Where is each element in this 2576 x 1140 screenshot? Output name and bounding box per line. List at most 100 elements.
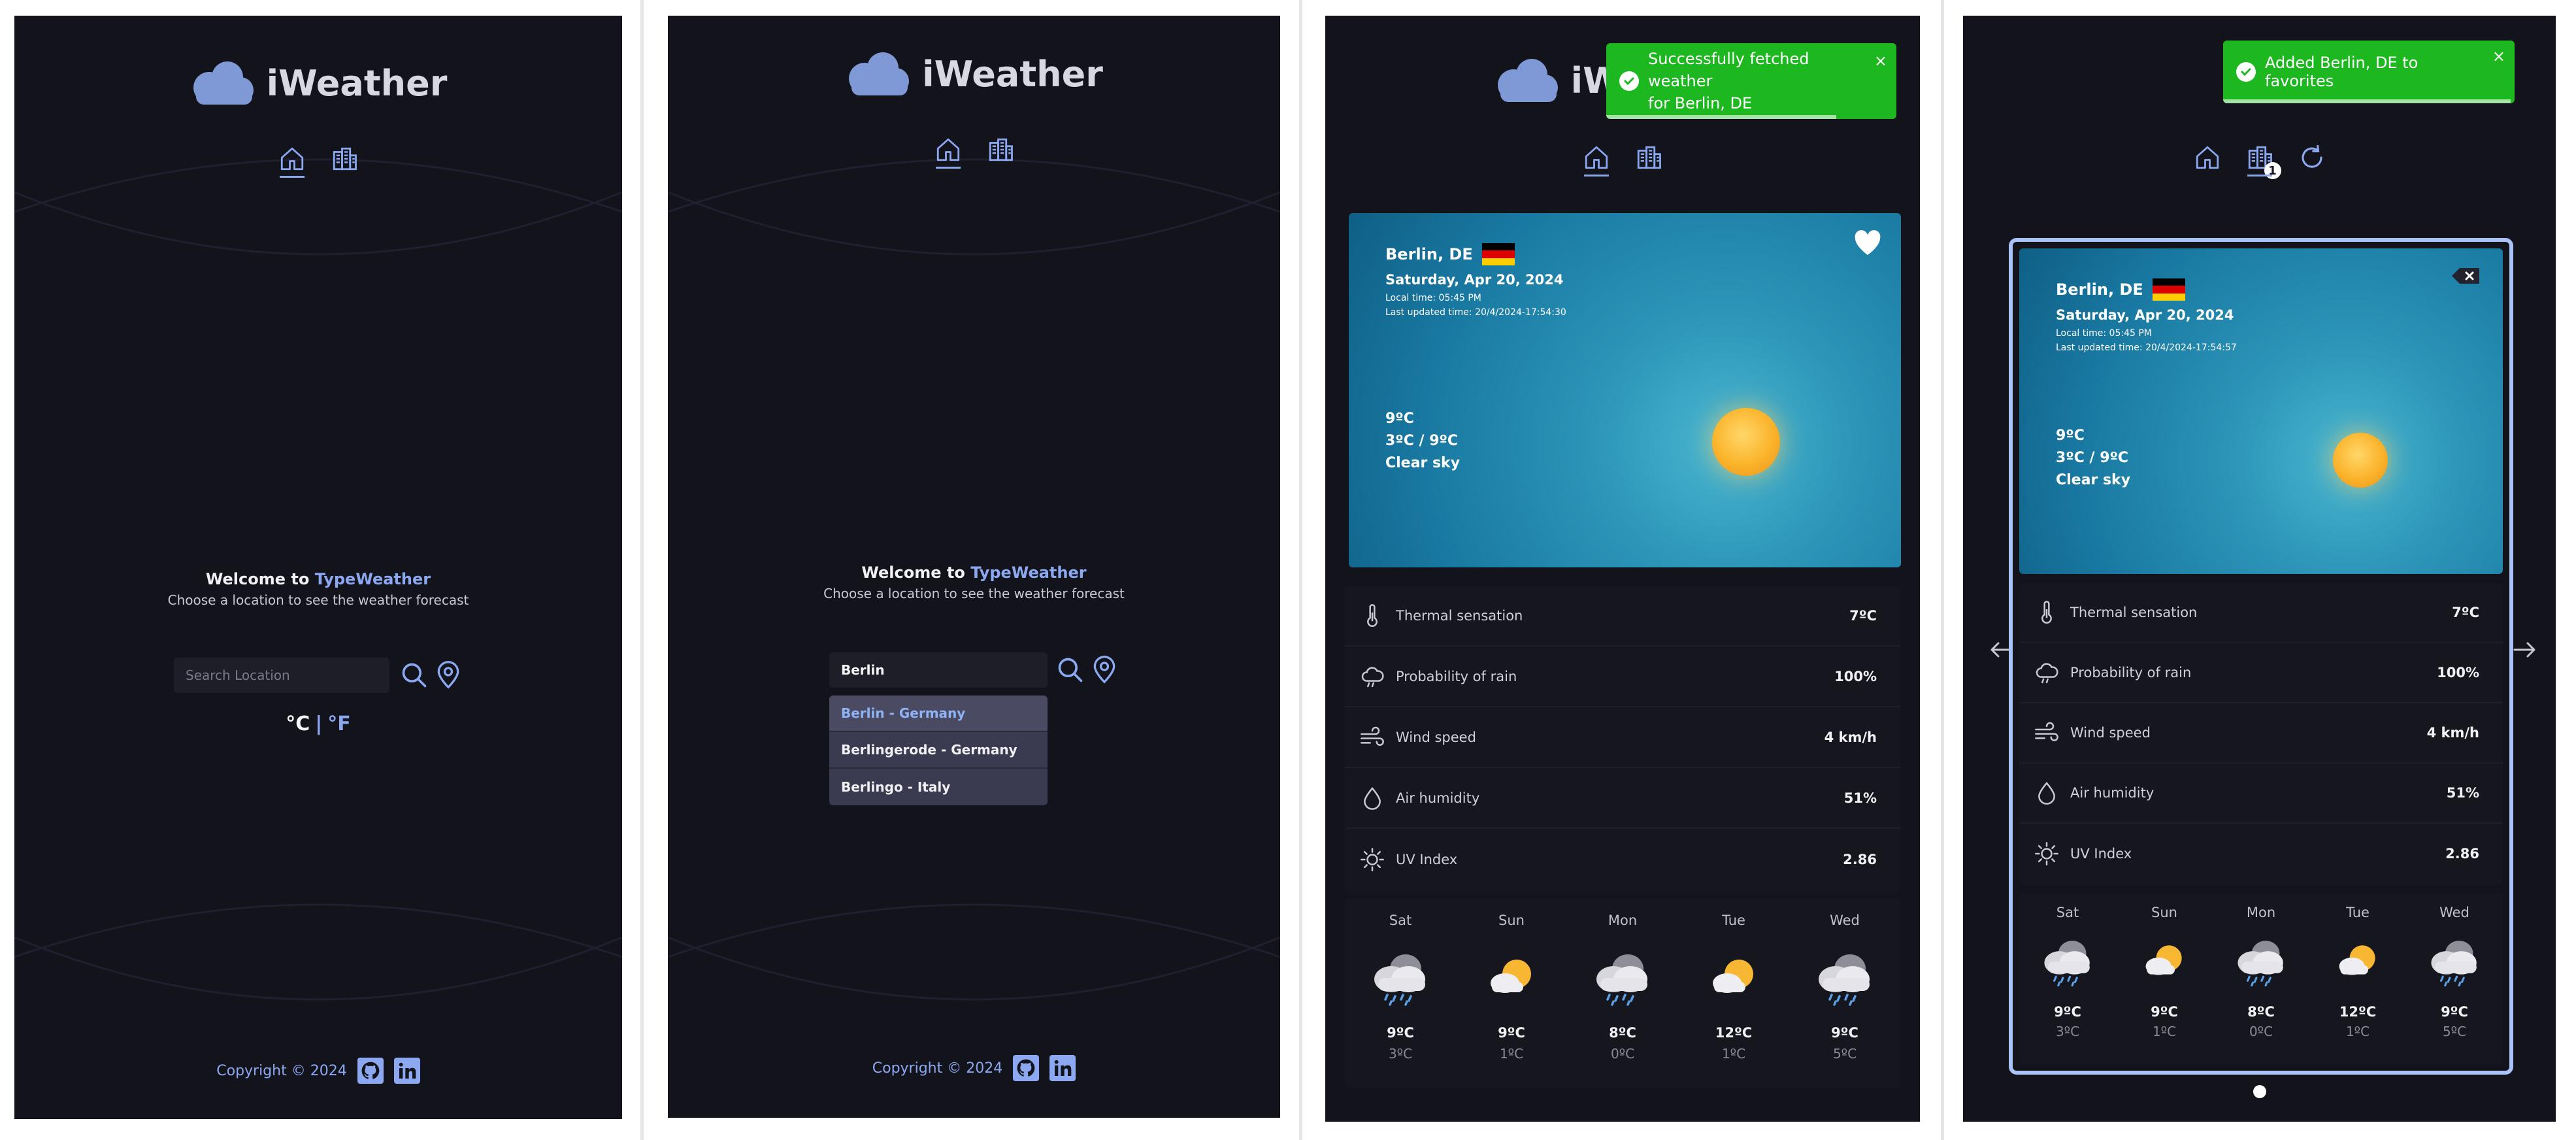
detail-row: Thermal sensation 7ºC — [2019, 583, 2503, 643]
weather-summary: 9ºC 3ºC / 9ºC Clear sky — [1385, 408, 1460, 475]
refresh-button[interactable] — [2298, 142, 2326, 173]
detail-row: UV Index 2.86 — [1345, 829, 1900, 890]
last-updated: Last updated time: 20/4/2024-17:54:30 — [1385, 307, 1566, 318]
success-toast: Successfully fetched weather for Berlin, … — [1606, 43, 1896, 119]
temp-range: 3ºC / 9ºC — [1385, 433, 1459, 449]
detail-label: Air humidity — [1396, 790, 1480, 806]
suggestion-item[interactable]: Berlingo - Italy — [829, 769, 1048, 805]
detail-label: UV Index — [1396, 851, 1458, 867]
nav-home-button[interactable] — [934, 135, 962, 169]
rain-cloud-icon — [2034, 660, 2060, 686]
home-icon — [934, 136, 962, 163]
detail-row: Air humidity 51% — [2019, 763, 2503, 824]
favorites-count-badge: 1 — [2264, 162, 2281, 179]
wind-icon — [2034, 720, 2060, 746]
nav-favorites-button[interactable] — [331, 144, 358, 174]
linkedin-link[interactable] — [1049, 1055, 1076, 1081]
toast-message: Successfully fetched weather for Berlin, … — [1648, 50, 1809, 112]
home-icon — [278, 145, 306, 173]
linkedin-icon — [1052, 1058, 1073, 1079]
sun-icon — [2034, 841, 2060, 867]
suggestion-item[interactable]: Berlingerode - Germany — [829, 732, 1048, 769]
current-location-button[interactable] — [1090, 656, 1119, 684]
unit-separator: | — [315, 712, 323, 735]
weather-date: Saturday, Apr 20, 2024 — [2056, 307, 2234, 323]
detail-label: UV Index — [2070, 846, 2132, 862]
weather-date: Saturday, Apr 20, 2024 — [1385, 272, 1564, 288]
app-name: iWeather — [266, 62, 448, 104]
rain-cloud-icon — [2038, 936, 2097, 988]
favorite-heart-icon[interactable] — [1853, 229, 1883, 256]
toast-close-icon[interactable]: × — [2492, 47, 2505, 65]
weather-details: Thermal sensation 7ºC Probability of rain… — [2019, 583, 2503, 885]
rain-cloud-icon — [1590, 949, 1655, 1008]
home-icon — [1583, 144, 1610, 171]
toast-message: Added Berlin, DE to favorites — [2265, 54, 2419, 90]
detail-row: Air humidity 51% — [1345, 768, 1900, 829]
unit-celsius[interactable]: °C — [286, 712, 310, 735]
search-icon — [1056, 656, 1085, 684]
city-icon — [987, 136, 1014, 163]
detail-row: Wind speed 4 km/h — [1345, 707, 1900, 768]
top-nav — [14, 144, 622, 178]
droplet-icon — [2034, 780, 2060, 806]
github-icon — [1016, 1058, 1036, 1079]
github-link[interactable] — [357, 1058, 384, 1084]
current-temp: 9ºC — [1385, 411, 1414, 427]
sun-icon — [1359, 847, 1385, 873]
search-input[interactable]: Search Location — [174, 658, 389, 693]
home-icon — [2194, 144, 2221, 171]
nav-home-button[interactable] — [278, 144, 306, 178]
last-updated: Last updated time: 20/4/2024-17:54:57 — [2056, 343, 2237, 353]
nav-home-button[interactable] — [1583, 142, 1610, 176]
search-button[interactable] — [400, 661, 429, 690]
suggestion-item[interactable]: Berlin - Germany — [829, 696, 1048, 732]
top-nav — [668, 135, 1280, 169]
success-toast: Added Berlin, DE to favorites × — [2223, 41, 2515, 103]
top-nav — [1325, 142, 1920, 176]
forecast-strip: Sat 9ºC 3ºC Sun 9ºC 1ºC Mon 8ºC 0ºC Tue 12ºC 1ºC… — [2019, 893, 2503, 1064]
rain-cloud-icon — [1812, 949, 1877, 1008]
nav-favorites-button[interactable]: 1 — [2246, 142, 2281, 179]
search-input[interactable]: Berlin — [829, 652, 1048, 688]
copyright-text: Copyright © 2024 — [216, 1062, 347, 1079]
detail-value: 51% — [1843, 790, 1877, 806]
brand-name: TypeWeather — [314, 570, 431, 588]
carousel-next-button[interactable] — [2512, 640, 2538, 660]
toast-progress-bar — [2223, 99, 2511, 103]
linkedin-link[interactable] — [393, 1058, 420, 1084]
weather-card: Berlin, DE Saturday, Apr 20, 2024 Local … — [1349, 213, 1901, 567]
nav-favorites-button[interactable] — [987, 135, 1014, 165]
current-temp: 9ºC — [2056, 428, 2085, 444]
footer: Copyright © 2024 — [14, 1058, 622, 1084]
cloud-logo-icon — [190, 60, 257, 106]
check-circle-icon — [1619, 71, 1639, 91]
rain-cloud-icon — [1368, 949, 1433, 1008]
github-link[interactable] — [1013, 1055, 1040, 1081]
carousel-page-dot[interactable] — [2253, 1085, 2266, 1098]
check-circle-icon — [2236, 62, 2256, 82]
detail-label: Wind speed — [2070, 725, 2151, 741]
remove-favorite-icon[interactable] — [2451, 265, 2482, 286]
current-location-button[interactable] — [434, 661, 463, 690]
detail-value: 7ºC — [2452, 605, 2479, 620]
brand-name: TypeWeather — [970, 563, 1087, 582]
local-time: Local time: 05:45 PM — [1385, 293, 1481, 303]
germany-flag-icon — [1481, 243, 1515, 265]
search-button[interactable] — [1056, 656, 1085, 684]
screen-welcome: iWeather Welcome to TypeWeather Choose a… — [14, 16, 622, 1119]
footer: Copyright © 2024 — [668, 1055, 1280, 1081]
detail-label: Wind speed — [1396, 729, 1476, 745]
nav-favorites-button[interactable] — [1635, 142, 1662, 173]
github-icon — [360, 1060, 381, 1081]
toast-close-icon[interactable]: × — [1874, 50, 1887, 72]
partly-cloudy-icon — [1479, 949, 1544, 1008]
nav-home-button[interactable] — [2194, 142, 2221, 173]
refresh-icon — [2298, 144, 2326, 171]
welcome-subtitle: Choose a location to see the weather for… — [167, 592, 469, 608]
sun-icon — [1712, 408, 1780, 476]
detail-value: 100% — [1834, 668, 1877, 684]
rain-cloud-icon — [2232, 936, 2290, 988]
rain-cloud-icon — [2425, 936, 2484, 988]
unit-fahrenheit[interactable]: °F — [327, 712, 351, 735]
